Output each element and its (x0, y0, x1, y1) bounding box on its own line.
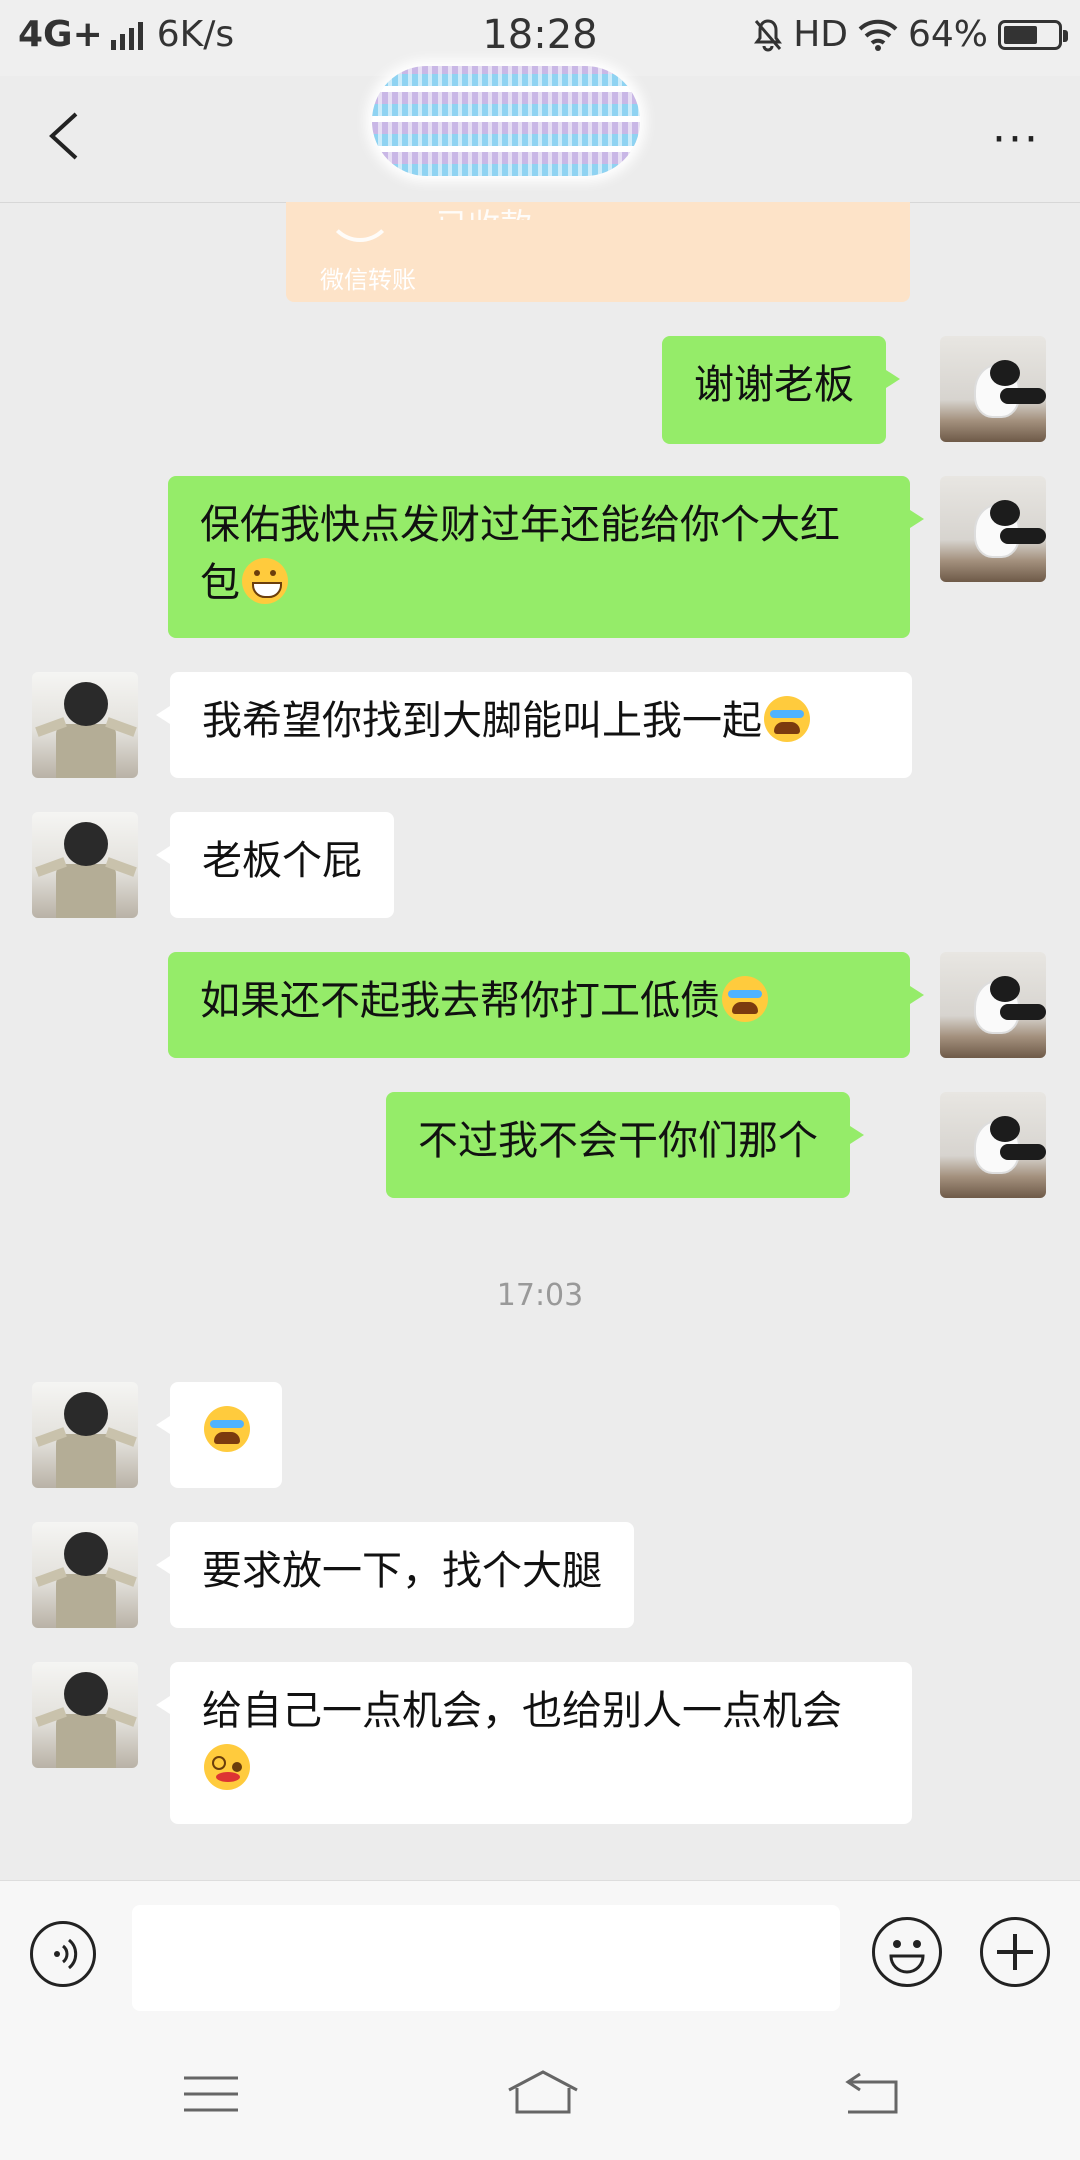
face-with-tears-icon (722, 976, 768, 1022)
message-text: 谢谢老板 (694, 362, 854, 408)
chat-input-bar (0, 1880, 1080, 2025)
message-text: 给自己一点机会，也给别人一点机会 (202, 1688, 842, 1734)
transfer-label: 微信转账 (320, 266, 416, 294)
message-bubble-incoming[interactable] (156, 1382, 282, 1488)
transfer-check-icon (326, 174, 394, 242)
avatar-self[interactable] (940, 1092, 1046, 1198)
woozy-face-icon (204, 1744, 250, 1790)
plus-icon (997, 1934, 1033, 1970)
wifi-icon (858, 19, 898, 51)
more-options-button[interactable]: ··· (992, 114, 1040, 165)
mute-bell-icon (754, 18, 783, 51)
system-navigation-bar (0, 2024, 1080, 2160)
smiley-icon (889, 1940, 925, 1974)
avatar-self[interactable] (940, 952, 1046, 1058)
home-icon[interactable] (505, 2068, 581, 2120)
chat-header: ··· (0, 66, 1080, 203)
message-timestamp: 17:03 (496, 1278, 584, 1313)
grinning-face-icon (242, 558, 288, 604)
voice-input-button[interactable] (30, 1921, 96, 1987)
face-with-tears-icon (204, 1406, 250, 1452)
message-bubble-outgoing[interactable]: 如果还不起我去帮你打工低债 (168, 952, 924, 1058)
message-text: 保佑我快点发财过年还能给你个大红包 (200, 502, 840, 606)
avatar-self[interactable] (940, 476, 1046, 582)
avatar-contact[interactable] (32, 1522, 138, 1628)
message-text: 老板个屁 (202, 838, 362, 884)
battery-icon (998, 19, 1068, 50)
status-right: HD 64% (753, 14, 1068, 55)
return-icon[interactable] (838, 2068, 908, 2120)
message-bubble-incoming[interactable]: 给自己一点机会，也给别人一点机会 (156, 1662, 912, 1824)
message-text: 要求放一下，找个大腿 (202, 1548, 602, 1594)
message-text: 我希望你找到大脚能叫上我一起 (202, 698, 762, 744)
message-text: 不过我不会干你们那个 (418, 1118, 818, 1164)
voice-icon (54, 1938, 78, 1970)
more-functions-button[interactable] (980, 1917, 1050, 1987)
hd-indicator: HD (793, 14, 848, 55)
message-bubble-incoming[interactable]: 要求放一下，找个大腿 (156, 1522, 634, 1628)
avatar-self[interactable] (940, 336, 1046, 442)
wechat-transfer-card[interactable]: 已收款 微信转账 (286, 202, 910, 302)
battery-level (1004, 25, 1037, 44)
message-bubble-outgoing[interactable]: 谢谢老板 (662, 336, 900, 444)
avatar-contact[interactable] (32, 672, 138, 778)
battery-percent: 64% (907, 14, 988, 55)
chevron-left-icon[interactable] (38, 106, 98, 166)
avatar-contact[interactable] (32, 1382, 138, 1488)
message-bubble-incoming[interactable]: 老板个屁 (156, 812, 394, 918)
emoji-button[interactable] (872, 1917, 942, 1987)
status-bar: 4G+ 6K/s 18:28 HD 64% (0, 0, 1080, 76)
transfer-status: 已收款 (436, 200, 532, 220)
message-bubble-outgoing[interactable]: 保佑我快点发财过年还能给你个大红包 (168, 476, 924, 638)
chat-title-obscured (372, 66, 640, 176)
avatar-contact[interactable] (32, 1662, 138, 1768)
face-with-tears-icon (764, 696, 810, 742)
menu-icon[interactable] (176, 2068, 246, 2120)
message-bubble-incoming[interactable]: 我希望你找到大脚能叫上我一起 (156, 672, 912, 778)
message-input[interactable] (132, 1905, 840, 2011)
avatar-contact[interactable] (32, 812, 138, 918)
message-text: 如果还不起我去帮你打工低债 (200, 978, 720, 1024)
message-bubble-outgoing[interactable]: 不过我不会干你们那个 (386, 1092, 864, 1198)
